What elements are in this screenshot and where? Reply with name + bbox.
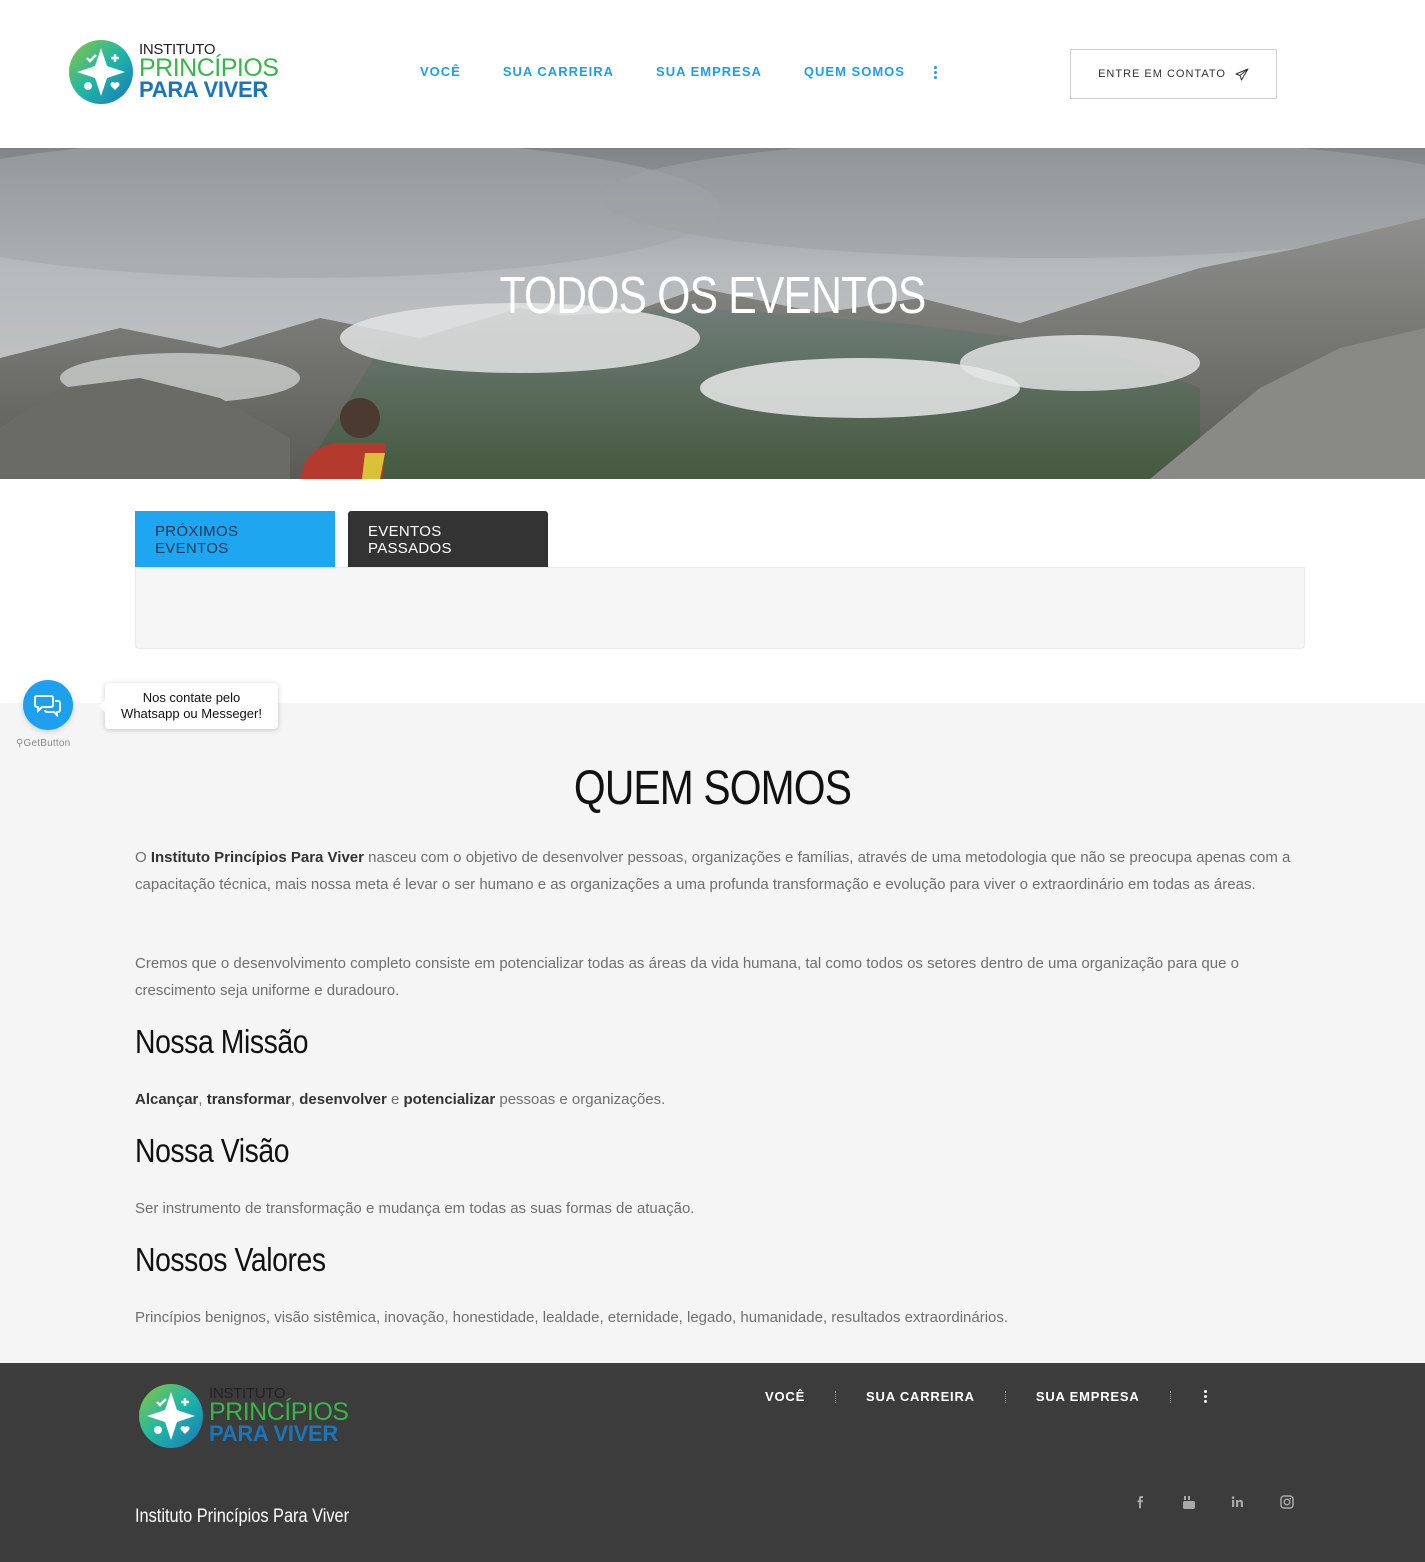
chat-bubbles-icon (34, 695, 61, 717)
vertical-dots-icon[interactable] (1203, 1389, 1208, 1404)
main-nav: VOCÊ SUA CARREIRA SUA EMPRESA QUEM SOMOS (420, 64, 947, 79)
logo-line-3: PARA VIVER (139, 77, 269, 102)
site-footer: INSTITUTO PRINCÍPIOS PARA VIVER VOCÊ SUA… (0, 1363, 1425, 1562)
logo-mark-icon (139, 1384, 203, 1448)
events-tabs: PRÓXIMOS EVENTOS EVENTOS PASSADOS (135, 511, 548, 568)
footer-nav-sua-empresa[interactable]: SUA EMPRESA (1036, 1389, 1140, 1404)
contact-button-label: ENTRE EM CONTATO (1098, 68, 1226, 80)
hero-banner: TODOS OS EVENTOS (0, 148, 1425, 479)
nav-sua-carreira[interactable]: SUA CARREIRA (503, 64, 614, 79)
site-logo[interactable]: INSTITUTO PRINCÍPIOS PARA VIVER (69, 40, 279, 106)
nav-separator (1169, 1390, 1171, 1403)
footer-nav: VOCÊ SUA CARREIRA SUA EMPRESA (765, 1389, 1208, 1404)
logo-mark-icon (69, 40, 133, 104)
youtube-icon[interactable] (1179, 1494, 1199, 1510)
footer-logo-line-3: PARA VIVER (209, 1421, 339, 1446)
contact-button[interactable]: ENTRE EM CONTATO (1070, 49, 1277, 99)
nav-separator (1004, 1390, 1006, 1403)
vertical-dots-icon[interactable] (934, 66, 938, 80)
chat-tooltip: Nos contate pelo Whatsapp ou Messeger! (99, 683, 278, 729)
tab-upcoming-events[interactable]: PRÓXIMOS EVENTOS (135, 511, 335, 568)
mission-text: Alcançar, transformar, desenvolver e pot… (135, 1091, 666, 1108)
getbutton-brand[interactable]: ⚲GetButton (16, 738, 70, 749)
vision-heading: Nossa Visão (135, 1132, 290, 1169)
hero-title: TODOS OS EVENTOS (499, 267, 926, 325)
about-intro-paragraph: O Instituto Princípios Para Viver nasceu… (135, 849, 1291, 893)
instagram-icon[interactable] (1277, 1494, 1297, 1510)
footer-nav-voce[interactable]: VOCÊ (765, 1389, 805, 1404)
linkedin-icon[interactable] (1228, 1494, 1248, 1510)
about-title: QUEM SOMOS (573, 762, 852, 815)
paper-plane-icon (1235, 68, 1249, 80)
mission-heading: Nossa Missão (135, 1023, 309, 1060)
site-header: INSTITUTO PRINCÍPIOS PARA VIVER VOCÊ SUA… (0, 0, 1425, 148)
footer-copyright: Instituto Princípios Para Viver (135, 1506, 350, 1527)
about-section: QUEM SOMOS O Instituto Princípios Para V… (0, 703, 1425, 1363)
social-links (1130, 1494, 1326, 1510)
nav-quem-somos[interactable]: QUEM SOMOS (804, 64, 905, 79)
events-tab-panel (135, 567, 1305, 649)
institute-name: Instituto Princípios Para Viver (150, 849, 364, 866)
tab-past-events[interactable]: EVENTOS PASSADOS (348, 511, 548, 568)
nav-separator (835, 1390, 837, 1403)
values-heading: Nossos Valores (135, 1241, 326, 1278)
facebook-icon[interactable] (1130, 1494, 1150, 1510)
about-paragraph-2: Cremos que o desenvolvimento completo co… (135, 955, 1239, 999)
nav-sua-empresa[interactable]: SUA EMPRESA (656, 64, 762, 79)
values-text: Princípios benignos, visão sistêmica, in… (135, 1309, 1009, 1326)
vision-text: Ser instrumento de transformação e mudan… (135, 1200, 695, 1217)
footer-nav-sua-carreira[interactable]: SUA CARREIRA (866, 1389, 975, 1404)
footer-logo[interactable]: INSTITUTO PRINCÍPIOS PARA VIVER (139, 1384, 349, 1450)
nav-voce[interactable]: VOCÊ (420, 64, 461, 79)
chat-widget-button[interactable] (23, 680, 73, 730)
